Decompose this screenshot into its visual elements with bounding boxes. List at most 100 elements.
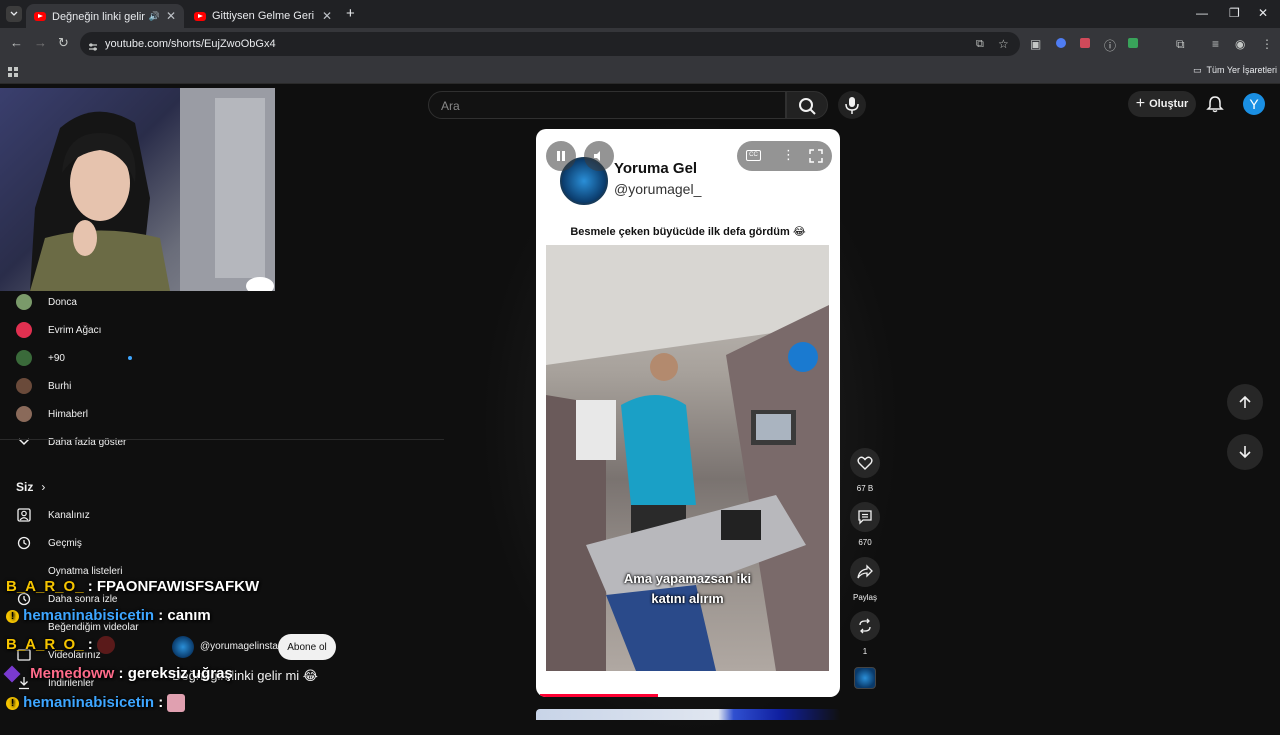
channel-overlay-handle[interactable]: @yorumagelinsta [200, 641, 278, 652]
arrow-up-icon [1239, 395, 1251, 408]
tab-inactive[interactable]: Gittiysen Gelme Geri Kedi Versiy ✕ [186, 4, 340, 28]
share-action[interactable]: Paylaş [850, 557, 880, 602]
sidebar-subscription[interactable]: Evrim Ağacı [16, 319, 101, 341]
minimize-icon[interactable]: — [1196, 6, 1208, 20]
next-short-button[interactable] [1227, 434, 1263, 470]
progress-bar [540, 694, 659, 697]
chat-message: ! hemaninabisicetin : canım [6, 607, 211, 624]
new-tab-icon[interactable]: + [346, 5, 355, 22]
channel-name: +90 [48, 352, 65, 364]
heart-icon [857, 456, 873, 470]
all-bookmarks-button[interactable]: ▭ Tüm Yer İşaretleri [1193, 65, 1277, 76]
pause-button[interactable] [546, 141, 576, 171]
fullscreen-icon[interactable] [809, 149, 823, 168]
subtitle-line-1: Ama yapamazsan iki [623, 571, 752, 586]
new-content-dot [128, 356, 132, 360]
chat-message: B_A_R_O_ : FPAONFAWISFSAFKW [6, 578, 260, 595]
site-info-icon[interactable] [88, 39, 98, 51]
extension-blue-icon[interactable] [1056, 38, 1066, 48]
youtube-favicon-icon [194, 11, 206, 21]
sidebar-item-label: Oynatma listeleri [48, 565, 123, 577]
chat-username: hemaninabisicetin [23, 694, 155, 711]
tab-active[interactable]: Değneğin linki gelir mi 😂 🔊 ✕ [26, 4, 184, 28]
sidebar-subscription[interactable]: Donca [16, 291, 77, 313]
profile-icon[interactable]: ◉ [1235, 37, 1245, 51]
search-placeholder: Ara [441, 99, 460, 113]
streamer-figure [30, 88, 275, 291]
chat-username: B_A_R_O_ [6, 636, 84, 653]
create-label: Oluştur [1149, 98, 1189, 110]
chevron-right-icon: › [41, 480, 46, 494]
apps-grid-icon[interactable] [8, 65, 19, 83]
close-window-icon[interactable]: ✕ [1258, 6, 1268, 20]
subscribe-button[interactable]: Abone ol [278, 634, 336, 660]
like-count: 67 B [856, 484, 874, 493]
back-icon[interactable]: ← [10, 35, 23, 50]
channel-avatar [16, 322, 32, 338]
channel-avatar [16, 378, 32, 394]
sidebar-item-label: Daha sonra izle [48, 593, 118, 605]
extension-red-icon[interactable] [1080, 38, 1090, 48]
remix-action[interactable]: 1 [850, 611, 880, 656]
like-action[interactable]: 67 B [850, 448, 880, 493]
channel-avatar [16, 406, 32, 422]
channel-name: Himaberl [48, 408, 89, 420]
more-options-icon[interactable]: ⋮ [782, 147, 795, 163]
speaker-icon[interactable]: 🔊 [149, 11, 160, 22]
volume-button[interactable] [584, 141, 614, 171]
reload-icon[interactable]: ↻ [58, 35, 69, 51]
media-controls-icon[interactable]: ≡ [1212, 37, 1219, 51]
share-button[interactable] [850, 557, 880, 587]
channel-handle: @yorumagel_ [614, 181, 702, 197]
you-section-label: Siz [16, 480, 34, 494]
tab-title: Gittiysen Gelme Geri Kedi Versiy [212, 10, 316, 22]
video-caption: Besmele çeken büyücüde ilk defa gördüm 😂 [570, 226, 806, 238]
forward-icon[interactable]: → [34, 35, 47, 50]
chevron-down-icon [16, 434, 32, 450]
close-tab-icon[interactable]: ✕ [322, 9, 332, 23]
channel-avatar [16, 294, 32, 310]
extension-green-icon[interactable] [1128, 38, 1138, 48]
chat-text: canım [167, 607, 211, 624]
create-button[interactable]: + Oluştur [1128, 91, 1196, 117]
remix-button[interactable] [850, 611, 880, 641]
close-tab-icon[interactable]: ✕ [166, 9, 176, 23]
sidebar-subscription[interactable]: Burhi [16, 375, 71, 397]
like-button[interactable] [850, 448, 880, 478]
next-short-preview[interactable] [536, 709, 840, 720]
browser-menu-icon[interactable]: ⋮ [1261, 37, 1273, 51]
comments-button[interactable] [850, 502, 880, 532]
comment-count: 670 [858, 538, 872, 547]
install-app-icon[interactable]: ⧉ [976, 38, 984, 51]
bookmark-star-icon[interactable]: ☆ [998, 37, 1009, 51]
notifications-bell-icon[interactable] [1206, 95, 1224, 118]
emote-icon [96, 636, 115, 655]
channel-name: Evrim Ağacı [48, 324, 102, 336]
extensions-puzzle-icon[interactable]: ⧉ [1176, 37, 1185, 52]
sound-thumbnail[interactable] [854, 667, 876, 689]
extension-info-icon[interactable]: ⓘ [1104, 37, 1116, 54]
sidebar-subscription[interactable]: +90 [16, 347, 136, 369]
extension-icon[interactable]: ▣ [1030, 37, 1041, 51]
store-scene [546, 245, 829, 671]
you-section-header[interactable]: Siz › [16, 476, 45, 498]
account-avatar[interactable]: Y [1243, 93, 1265, 115]
chat-message: ! hemaninabisicetin : [6, 694, 186, 713]
folder-icon: ▭ [1193, 65, 1202, 75]
previous-short-button[interactable] [1227, 384, 1263, 420]
browser-toolbar: ← → ↻ youtube.com/shorts/EujZwoObGx4 ⧉ ☆… [0, 28, 1280, 60]
shorts-player[interactable]: Yoruma Gel @yorumagel_ Besmele çeken büy… [536, 129, 840, 697]
comments-action[interactable]: 670 [850, 502, 880, 547]
sidebar-subscription[interactable]: Himaberl [16, 403, 88, 425]
sidebar-item-your-channel[interactable]: Kanalınız [16, 504, 90, 526]
share-icon [857, 564, 873, 579]
channel-name: Yoruma Gel [614, 160, 698, 177]
chat-text: gereksiz uğraş [127, 665, 233, 682]
show-more-button[interactable]: Daha fazla göster [16, 431, 126, 453]
restore-icon[interactable]: ❐ [1229, 6, 1240, 20]
sidebar-item-history[interactable]: Geçmiş [16, 532, 82, 554]
captions-icon[interactable]: CC [746, 150, 761, 161]
tab-search-icon[interactable] [6, 6, 22, 22]
channel-overlay-avatar[interactable] [172, 636, 194, 658]
address-bar[interactable]: youtube.com/shorts/EujZwoObGx4 ⧉ ☆ [80, 32, 1020, 56]
